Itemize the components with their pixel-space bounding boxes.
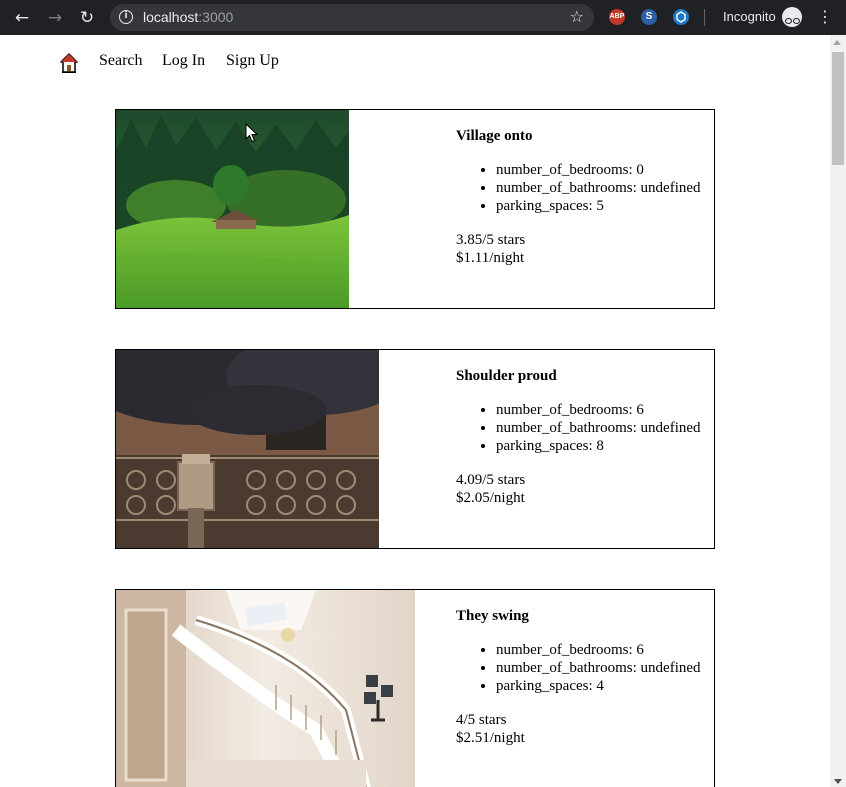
listing-card[interactable]: Shoulder proud number_of_bedrooms: 6 num…: [115, 349, 715, 549]
toolbar-divider: [704, 9, 705, 26]
nav-search-link[interactable]: Search: [99, 52, 143, 70]
listing-info: They swing number_of_bedrooms: 6 number_…: [456, 607, 701, 747]
scrollbar-thumb[interactable]: [832, 52, 844, 165]
listing-title[interactable]: Village onto: [456, 127, 701, 145]
listing-rating: 4/5 stars: [456, 712, 507, 728]
listing-title[interactable]: Shoulder proud: [456, 367, 701, 385]
listing-photo[interactable]: [116, 590, 415, 787]
listing-bathrooms: number_of_bathrooms: undefined: [496, 179, 701, 197]
back-arrow-icon[interactable]: ←: [10, 6, 34, 30]
listing-bedrooms: number_of_bedrooms: 6: [496, 401, 701, 419]
menu-dots-icon[interactable]: ⋮: [817, 7, 833, 27]
address-bar[interactable]: i localhost:3000 ☆: [110, 4, 594, 31]
listing-parking: parking_spaces: 5: [496, 197, 701, 215]
url-text[interactable]: localhost:3000: [143, 9, 233, 25]
listing-details: number_of_bedrooms: 6 number_of_bathroom…: [456, 401, 701, 455]
s-extension-icon[interactable]: S: [641, 9, 657, 25]
listing-price: $2.51/night: [456, 730, 525, 746]
bookmark-star-icon[interactable]: ☆: [570, 7, 584, 26]
incognito-icon[interactable]: [782, 7, 802, 27]
listing-details: number_of_bedrooms: 6 number_of_bathroom…: [456, 641, 701, 695]
listing-price: $1.11/night: [456, 250, 525, 266]
listing-details: number_of_bedrooms: 0 number_of_bathroom…: [456, 161, 701, 215]
browser-toolbar: ← → ↻ i localhost:3000 ☆ ABP S Incognito…: [0, 0, 846, 35]
page-content: Search Log In Sign Up Village onto • num…: [0, 35, 830, 787]
listing-rating: 4.09/5 stars: [456, 472, 526, 488]
site-info-icon[interactable]: i: [119, 10, 133, 24]
incognito-label[interactable]: Incognito: [723, 9, 776, 24]
listing-bathrooms: number_of_bathrooms: undefined: [496, 419, 701, 437]
listing-bedrooms: number_of_bedrooms: 6: [496, 641, 701, 659]
listing-card[interactable]: They swing number_of_bedrooms: 6 number_…: [115, 589, 715, 787]
scroll-up-arrow-icon[interactable]: [833, 40, 841, 45]
listing-info: Shoulder proud number_of_bedrooms: 6 num…: [456, 367, 701, 507]
adblock-extension-icon[interactable]: ABP: [609, 9, 625, 25]
scroll-down-arrow-icon[interactable]: [834, 779, 842, 784]
listing-bathrooms: number_of_bathrooms: undefined: [496, 659, 701, 677]
listing-info: Village onto number_of_bedrooms: 0 numbe…: [456, 127, 701, 267]
listing-parking: parking_spaces: 8: [496, 437, 701, 455]
listing-bedrooms: number_of_bedrooms: 0: [496, 161, 701, 179]
vertical-scrollbar[interactable]: [830, 35, 846, 787]
listing-card[interactable]: Village onto number_of_bedrooms: 0 numbe…: [115, 109, 715, 309]
nav-signup-link[interactable]: Sign Up: [226, 52, 279, 70]
hex-extension-icon[interactable]: [673, 9, 689, 25]
listing-photo[interactable]: [116, 350, 379, 548]
listing-parking: parking_spaces: 4: [496, 677, 701, 695]
mouse-cursor-icon: [245, 123, 259, 143]
forward-arrow-icon[interactable]: →: [43, 6, 67, 30]
url-port: :3000: [198, 9, 234, 25]
reload-icon[interactable]: ↻: [75, 6, 99, 30]
listing-price: $2.05/night: [456, 490, 525, 506]
listing-rating: 3.85/5 stars: [456, 232, 526, 248]
listing-photo[interactable]: [116, 110, 349, 308]
nav-login-link[interactable]: Log In: [162, 52, 205, 70]
listing-title[interactable]: They swing: [456, 607, 701, 625]
home-icon[interactable]: [60, 53, 78, 73]
url-host: localhost: [143, 9, 199, 25]
